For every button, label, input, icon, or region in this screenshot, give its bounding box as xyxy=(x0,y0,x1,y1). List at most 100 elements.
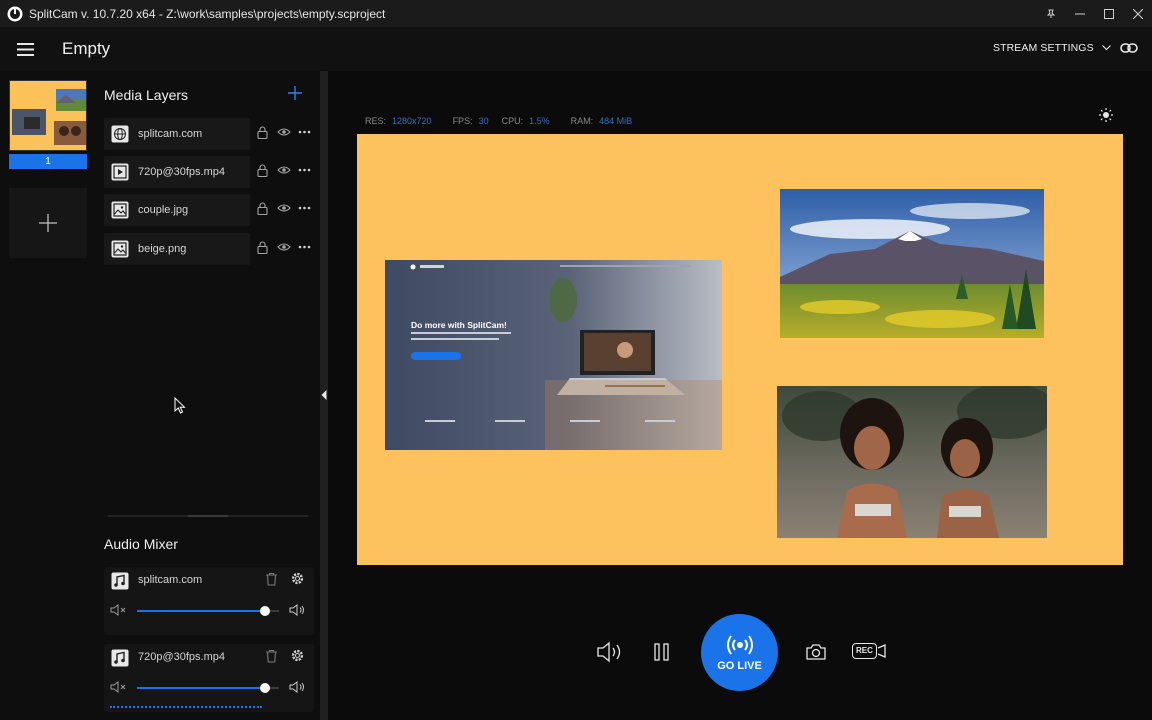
link-icon xyxy=(1120,43,1138,53)
rec-badge: REC xyxy=(852,643,877,659)
audio-mixer-item: splitcam.com xyxy=(104,567,314,635)
lock-icon[interactable] xyxy=(257,202,268,215)
maximize-button[interactable] xyxy=(1094,0,1123,27)
stream-settings-label: STREAM SETTINGS xyxy=(993,42,1094,54)
mute-speaker-icon[interactable] xyxy=(110,603,128,617)
plus-icon xyxy=(39,214,57,232)
volume-fill xyxy=(137,687,265,689)
speaker-icon[interactable] xyxy=(289,603,307,617)
website-layer[interactable]: Do more with SplitCam! xyxy=(385,260,722,450)
lock-icon[interactable] xyxy=(257,164,268,177)
more-options-icon[interactable] xyxy=(298,165,311,175)
eye-icon[interactable] xyxy=(277,127,291,137)
volume-slider[interactable] xyxy=(137,606,279,616)
splitcam-logo-icon xyxy=(7,6,23,21)
ram-label: RAM: xyxy=(570,116,594,126)
theme-toggle-button[interactable] xyxy=(1099,108,1113,122)
trash-icon[interactable] xyxy=(265,572,278,586)
audio-source-name: splitcam.com xyxy=(138,574,203,586)
layers-panel: Media Layers splitcam.com 720p@30fps.mp4 xyxy=(96,71,320,720)
volume-knob[interactable] xyxy=(259,606,270,616)
project-title: Empty xyxy=(62,39,111,58)
audio-level-meter xyxy=(110,706,262,708)
layer-item[interactable]: splitcam.com xyxy=(104,118,314,150)
speaker-icon[interactable] xyxy=(289,680,307,694)
mouse-cursor-icon xyxy=(174,397,186,414)
collapse-panel-button[interactable] xyxy=(320,389,328,401)
layer-item[interactable]: 720p@30fps.mp4 xyxy=(104,156,314,188)
scene-number-badge: 1 xyxy=(9,154,87,169)
gear-icon[interactable] xyxy=(290,648,305,663)
stream-settings-dropdown[interactable]: STREAM SETTINGS xyxy=(993,42,1111,54)
more-options-icon[interactable] xyxy=(298,203,311,213)
sun-icon xyxy=(1099,108,1113,122)
snapshot-button[interactable] xyxy=(805,642,827,662)
audio-mixer-item: 720p@30fps.mp4 xyxy=(104,644,314,712)
layer-item[interactable]: beige.png xyxy=(104,233,314,265)
more-options-icon[interactable] xyxy=(298,127,311,137)
res-value: 1280x720 xyxy=(392,116,432,126)
pin-icon xyxy=(1046,9,1055,18)
more-options-icon[interactable] xyxy=(298,242,311,252)
scene-canvas[interactable]: Do more with SplitCam! xyxy=(357,134,1123,565)
pause-icon xyxy=(654,643,669,661)
broadcast-icon xyxy=(726,634,753,655)
chevron-down-icon xyxy=(1101,45,1111,51)
performance-stats: RES: 1280x720 FPS: 30 CPU: 1.5% RAM: 484 MiB xyxy=(365,116,632,126)
scrollbar-thumb[interactable] xyxy=(188,515,228,517)
go-live-label: GO LIVE xyxy=(717,659,762,672)
image-file-icon xyxy=(111,240,129,258)
volume-fill xyxy=(137,610,265,612)
link-account-button[interactable] xyxy=(1120,41,1138,55)
gear-icon[interactable] xyxy=(290,571,305,586)
fps-stat: FPS: 30 xyxy=(453,116,489,126)
eye-icon[interactable] xyxy=(277,165,291,175)
cpu-stat: CPU: 1.5% xyxy=(502,116,550,126)
layers-scrollbar[interactable] xyxy=(108,515,308,517)
hamburger-icon xyxy=(16,42,34,56)
mute-speaker-icon[interactable] xyxy=(110,680,128,694)
close-button[interactable] xyxy=(1123,0,1152,27)
cpu-value: 1.5% xyxy=(529,116,550,126)
pin-button[interactable] xyxy=(1036,0,1065,27)
eye-icon[interactable] xyxy=(277,242,291,252)
layer-name: couple.jpg xyxy=(138,204,189,216)
layer-name: splitcam.com xyxy=(138,128,203,140)
add-layer-button[interactable] xyxy=(288,86,302,100)
menu-button[interactable] xyxy=(14,39,36,59)
photo-layer[interactable] xyxy=(777,386,1047,538)
plus-icon xyxy=(288,86,302,100)
camera-icon xyxy=(806,644,826,660)
globe-icon xyxy=(111,125,129,143)
scene-thumbnail[interactable] xyxy=(9,80,87,151)
trash-icon[interactable] xyxy=(265,649,278,663)
landscape-image xyxy=(780,189,1044,338)
landscape-layer[interactable] xyxy=(780,189,1044,338)
window-title: SplitCam v. 10.7.20 x64 - Z:\work\sample… xyxy=(29,6,386,21)
fps-label: FPS: xyxy=(452,116,473,126)
volume-knob[interactable] xyxy=(259,683,270,693)
app-header: Empty STREAM SETTINGS xyxy=(0,27,1152,71)
audio-source-icon xyxy=(111,649,129,667)
audio-toggle-button[interactable] xyxy=(596,641,624,663)
video-camera-icon xyxy=(877,644,886,658)
volume-slider[interactable] xyxy=(137,683,279,693)
record-button[interactable]: REC xyxy=(852,643,886,659)
pause-button[interactable] xyxy=(653,642,671,662)
website-preview-image xyxy=(385,260,722,450)
minimize-button[interactable] xyxy=(1065,0,1094,27)
lock-icon[interactable] xyxy=(257,126,268,139)
go-live-button[interactable]: GO LIVE xyxy=(701,614,778,691)
caret-left-icon xyxy=(321,390,327,400)
audio-mixer-heading: Audio Mixer xyxy=(104,536,178,552)
scenes-panel: 1 xyxy=(0,71,96,720)
audio-source-name: 720p@30fps.mp4 xyxy=(138,651,226,663)
add-scene-button[interactable] xyxy=(9,188,87,258)
title-bar: SplitCam v. 10.7.20 x64 - Z:\work\sample… xyxy=(0,0,1152,27)
cpu-label: CPU: xyxy=(501,116,524,126)
lock-icon[interactable] xyxy=(257,241,268,254)
layer-item[interactable]: couple.jpg xyxy=(104,194,314,226)
minimize-icon xyxy=(1074,13,1085,14)
speaker-icon xyxy=(597,641,621,663)
eye-icon[interactable] xyxy=(277,203,291,213)
